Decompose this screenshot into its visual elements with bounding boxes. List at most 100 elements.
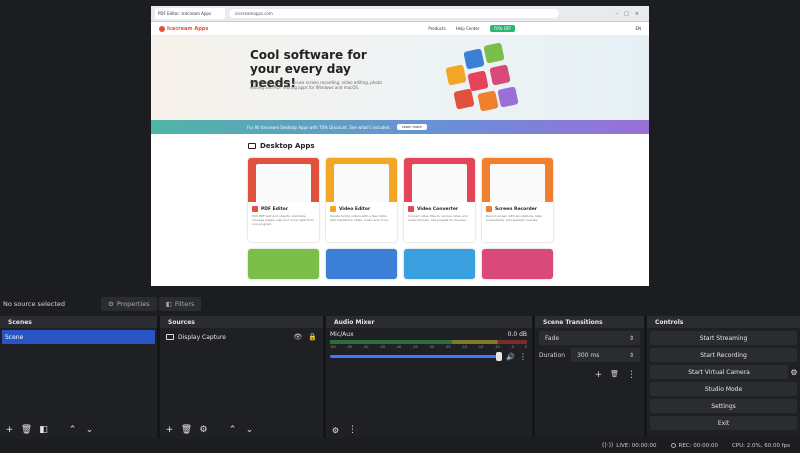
meter-scale-label: -55 <box>346 345 353 349</box>
duration-field[interactable]: 300 ms ⇕ <box>571 348 640 362</box>
properties-button[interactable]: ⚙ Properties <box>101 297 157 311</box>
meter-scale-label: -40 <box>395 345 402 349</box>
add-scene-button[interactable]: + <box>4 425 15 436</box>
meter-scale-label: -25 <box>444 345 451 349</box>
volume-slider-handle[interactable] <box>496 352 503 361</box>
record-icon <box>670 443 676 448</box>
chevron-updown-icon: ⇕ <box>628 334 634 342</box>
sources-dock-title: Sources <box>160 316 323 328</box>
meter-scale-label: 0 <box>524 345 527 349</box>
monitor-icon <box>166 334 174 340</box>
scene-filters-button[interactable]: ◧ <box>38 425 49 436</box>
chevron-up-icon: ⌃ <box>228 425 237 435</box>
mixer-toolbar: ⚙ ⋮ <box>326 422 532 438</box>
app-card-banner <box>326 158 397 202</box>
monitor-icon <box>248 143 256 149</box>
speaker-icon[interactable]: 🔊 <box>506 353 515 361</box>
preview-canvas[interactable]: PDF Editor: Icecream Apps icecreamapps.c… <box>151 6 649 286</box>
site-nav-cta: 70% OFF <box>489 25 516 32</box>
start-virtual-camera-button[interactable]: Start Virtual Camera <box>650 365 788 379</box>
more-options-icon[interactable]: ⋮ <box>627 370 636 380</box>
more-options-icon[interactable]: ⋮ <box>519 352 527 361</box>
sources-toolbar: + 🗑 ⚙ ⌃ ⌄ <box>160 422 323 438</box>
volume-slider[interactable] <box>330 352 503 361</box>
hero-desc: Enjoy best and easy-to-use screen record… <box>250 80 382 90</box>
app-icon <box>408 206 414 212</box>
eye-icon[interactable]: 👁 <box>293 333 302 341</box>
source-properties-button[interactable]: ⚙ <box>198 425 209 436</box>
transition-select[interactable]: Fade ⇕ <box>539 331 640 345</box>
source-toolbar: No source selected ⚙ Properties ◧ Filters <box>0 293 800 315</box>
settings-button[interactable]: Settings <box>650 399 797 413</box>
stepper-icon: ⇕ <box>628 351 634 359</box>
remove-source-button[interactable]: 🗑 <box>181 425 192 436</box>
chevron-down-icon: ⌄ <box>245 425 254 435</box>
properties-label: Properties <box>116 300 150 308</box>
hero-app-tiles <box>441 42 521 114</box>
sources-dock: Sources Display Capture 👁 🔒 + 🗑 ⚙ ⌃ ⌄ <box>160 316 323 438</box>
start-streaming-button[interactable]: Start Streaming <box>650 331 797 345</box>
source-item[interactable]: Display Capture 👁 🔒 <box>160 330 323 344</box>
logo-mark-icon <box>159 25 165 32</box>
add-transition-button[interactable]: + <box>595 370 603 380</box>
app-card <box>248 249 319 279</box>
promo-text: For All Icecream Desktop Apps with 70% D… <box>247 124 391 130</box>
sources-list[interactable]: Display Capture 👁 🔒 <box>160 328 323 422</box>
app-cards: PDF Editor Edit PDF text and objects, ann… <box>248 158 558 279</box>
app-card-desc: Convert video files to various video and… <box>408 214 468 222</box>
duration-value: 300 ms <box>577 351 600 359</box>
scenes-list[interactable]: Scene <box>0 328 157 422</box>
app-card-name: Video Editor <box>339 206 371 212</box>
start-recording-button[interactable]: Start Recording <box>650 348 797 362</box>
app-icon <box>330 206 336 212</box>
gear-icon[interactable]: ⚙ <box>788 368 800 377</box>
move-scene-up-button[interactable]: ⌃ <box>67 425 78 436</box>
apps-section-title-text: Desktop Apps <box>260 142 315 150</box>
filters-button[interactable]: ◧ Filters <box>158 297 202 311</box>
gear-icon: ⚙ <box>199 425 208 435</box>
mixer-menu-button[interactable]: ⋮ <box>347 425 358 436</box>
app-card-screenshot <box>256 164 311 202</box>
promo-button: Learn more <box>396 124 427 130</box>
mixer-track: Mic/Aux 0.0 dB -60 -55 -50 -45 -40 -35 -30 -25-… <box>326 328 532 361</box>
app-card: PDF Editor Edit PDF text and objects, ann… <box>248 158 319 242</box>
trash-icon: 🗑 <box>20 425 33 435</box>
exit-button[interactable]: Exit <box>650 416 797 430</box>
site-nav-help: Help Center <box>455 26 480 31</box>
rec-time: REC: 00:00:00 <box>678 442 718 449</box>
app-card-screenshot <box>334 164 389 202</box>
app-card-banner <box>248 158 319 202</box>
scenes-toolbar: + 🗑 ◧ ⌃ ⌄ <box>0 422 157 438</box>
move-source-down-button[interactable]: ⌄ <box>244 425 255 436</box>
mixer-track-name: Mic/Aux <box>330 331 354 338</box>
lock-icon[interactable]: 🔒 <box>308 333 317 341</box>
meter-scale-label: -15 <box>477 345 484 349</box>
meter-scale-label: -10 <box>494 345 500 349</box>
filter-icon: ◧ <box>165 300 172 308</box>
tile-icon <box>497 86 519 108</box>
captured-browser-bar: PDF Editor: Icecream Apps icecreamapps.c… <box>151 6 649 22</box>
scene-item[interactable]: Scene <box>2 330 155 344</box>
controls-title: Controls <box>647 316 800 328</box>
status-bar: ((·)) LIVE: 00:00:00 REC: 00:00:00 CPU: 2… <box>0 438 800 453</box>
meter-scale-label: -50 <box>362 345 369 349</box>
cpu-status: CPU: 2.0%, 60.00 fps <box>732 443 790 449</box>
site-nav-lang: EN <box>635 26 641 31</box>
studio-mode-button[interactable]: Studio Mode <box>650 382 797 396</box>
cpu-text: CPU: 2.0%, 60.00 fps <box>731 442 790 449</box>
scene-transitions-dock: Scene Transitions Fade ⇕ Duration 300 ms… <box>535 316 644 438</box>
advanced-audio-button[interactable]: ⚙ <box>330 425 341 436</box>
rec-status: REC: 00:00:00 <box>670 442 718 449</box>
tile-icon <box>453 88 475 110</box>
move-source-up-button[interactable]: ⌃ <box>227 425 238 436</box>
app-card-desc: Record screen with annotations, take scr… <box>486 214 542 222</box>
preview-area[interactable]: PDF Editor: Icecream Apps icecreamapps.c… <box>0 0 800 293</box>
trash-icon[interactable]: 🗑 <box>610 370 619 380</box>
meter-scale-label: -45 <box>379 345 385 349</box>
meter-scale-label: -5 <box>510 345 514 349</box>
meter-scale-label: -20 <box>461 345 467 349</box>
remove-scene-button[interactable]: 🗑 <box>21 425 32 436</box>
site-nav-products: Products <box>428 26 446 31</box>
move-scene-down-button[interactable]: ⌄ <box>84 425 95 436</box>
add-source-button[interactable]: + <box>164 425 175 436</box>
